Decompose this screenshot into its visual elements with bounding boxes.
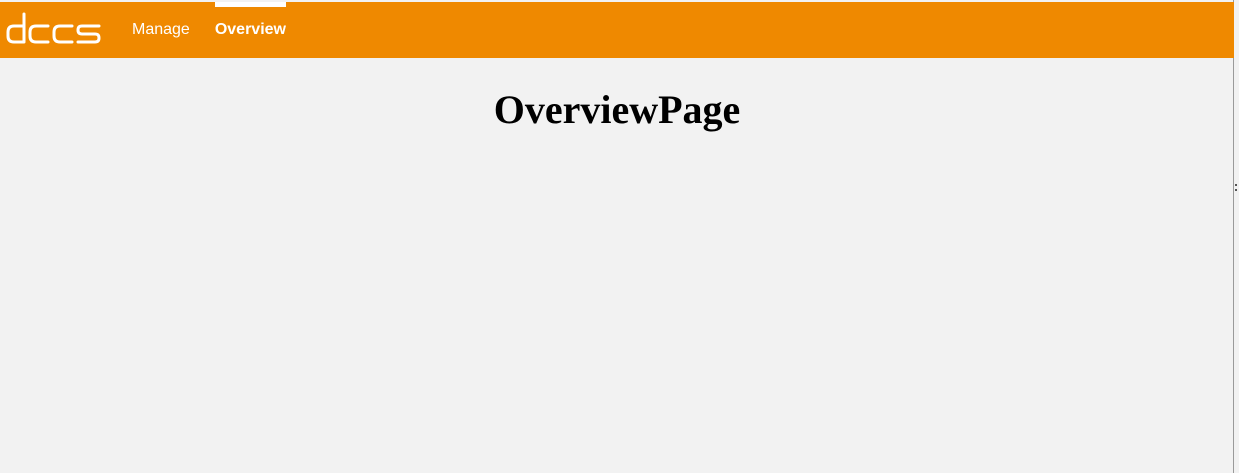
nav-item-overview[interactable]: Overview <box>202 2 299 58</box>
dccs-logo-icon <box>6 12 101 44</box>
nav-item-manage[interactable]: Manage <box>120 2 202 58</box>
app-viewport: Manage Overview OverviewPage <box>0 0 1234 473</box>
page-title: OverviewPage <box>493 87 741 132</box>
main-nav: Manage Overview <box>120 2 299 58</box>
dccs-logo[interactable] <box>6 12 102 46</box>
right-gutter <box>1235 0 1239 473</box>
resize-handle-icon[interactable] <box>1235 184 1238 196</box>
top-navigation-bar: Manage Overview <box>0 2 1234 58</box>
